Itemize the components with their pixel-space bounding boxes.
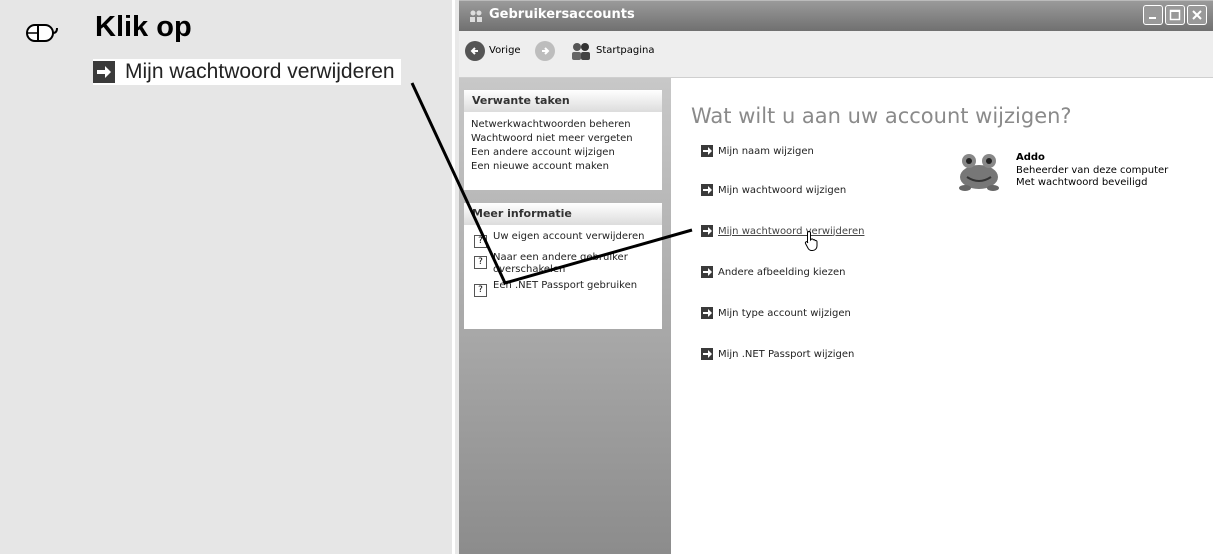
user-role: Beheerder van deze computer [1016, 165, 1169, 176]
info-item-switch-user[interactable]: ? Naar een andere gebruiker overschakele… [471, 252, 662, 276]
help-icon: ? [474, 256, 487, 269]
action-label: Mijn wachtwoord verwijderen [718, 225, 865, 237]
more-info-panel: Meer informatie ? Uw eigen account verwi… [464, 203, 662, 329]
users-home-icon[interactable] [570, 41, 592, 61]
minimize-button[interactable] [1143, 5, 1163, 25]
maximize-icon [1169, 9, 1181, 21]
main-content: Wat wilt u aan uw account wijzigen? Mijn… [671, 78, 1213, 554]
instruction-heading: Klik op [95, 11, 192, 43]
page-title: Wat wilt u aan uw account wijzigen? [691, 104, 1072, 128]
action-change-passport[interactable]: Mijn .NET Passport wijzigen [701, 348, 854, 360]
action-remove-password[interactable]: Mijn wachtwoord verwijderen [701, 225, 864, 237]
arrow-right-icon [701, 348, 713, 360]
close-icon [1192, 10, 1202, 20]
sidebar-item-network-passwords[interactable]: Netwerkwachtwoorden beheren [471, 118, 662, 132]
home-label[interactable]: Startpagina [596, 45, 655, 56]
back-icon[interactable] [465, 41, 485, 61]
related-tasks-panel: Verwante taken Netwerkwachtwoorden beher… [464, 90, 662, 190]
window: Gebruikersaccounts Vorige Startpagina Ve… [459, 0, 1213, 554]
sidebar-item-new-account[interactable]: Een nieuwe account maken [471, 160, 662, 174]
info-item-delete-account[interactable]: ? Uw eigen account verwijderen [471, 231, 662, 248]
action-change-password[interactable]: Mijn wachtwoord wijzigen [701, 184, 846, 196]
action-label: Andere afbeelding kiezen [718, 266, 846, 278]
arrow-right-icon [701, 145, 713, 157]
arrow-right-icon [93, 61, 115, 83]
minimize-icon [1149, 17, 1156, 19]
navigation-bar: Vorige Startpagina [459, 31, 1213, 78]
info-item-label: Een .NET Passport gebruiken [493, 280, 638, 291]
user-status: Met wachtwoord beveiligd [1016, 177, 1148, 188]
action-change-name[interactable]: Mijn naam wijzigen [701, 145, 814, 157]
action-change-account-type[interactable]: Mijn type account wijzigen [701, 307, 851, 319]
close-button[interactable] [1187, 5, 1207, 25]
info-item-label: Uw eigen account verwijderen [493, 231, 645, 242]
instruction-target-label: Mijn wachtwoord verwijderen [125, 60, 395, 83]
action-label: Mijn .NET Passport wijzigen [718, 348, 855, 360]
sidebar-item-forgot-password[interactable]: Wachtwoord niet meer vergeten [471, 132, 662, 146]
instruction-target: Mijn wachtwoord verwijderen [93, 59, 401, 85]
info-item-label: Naar een andere gebruiker overschakelen [493, 252, 628, 275]
forward-icon[interactable] [535, 41, 555, 61]
divider [452, 0, 455, 554]
maximize-button[interactable] [1165, 5, 1185, 25]
help-icon: ? [474, 235, 487, 248]
action-choose-picture[interactable]: Andere afbeelding kiezen [701, 266, 845, 278]
user-name: Addo [1016, 152, 1045, 163]
sidebar: Verwante taken Netwerkwachtwoorden beher… [459, 78, 671, 554]
users-icon [470, 10, 482, 22]
title-bar[interactable]: Gebruikersaccounts [459, 0, 1213, 31]
arrow-right-icon [701, 266, 713, 278]
arrow-right-icon [701, 225, 713, 237]
help-icon: ? [474, 284, 487, 297]
instruction-panel: Klik op Mijn wachtwoord verwijderen [0, 0, 452, 554]
sidebar-item-change-other-account[interactable]: Een andere account wijzigen [471, 146, 662, 160]
window-title: Gebruikersaccounts [489, 7, 635, 22]
back-label[interactable]: Vorige [489, 45, 521, 56]
hand-cursor-icon [804, 230, 818, 251]
frog-avatar [959, 154, 999, 191]
more-info-heading: Meer informatie [464, 203, 662, 225]
action-label: Mijn type account wijzigen [718, 307, 851, 319]
arrow-right-icon [701, 307, 713, 319]
info-item-passport[interactable]: ? Een .NET Passport gebruiken [471, 280, 662, 297]
arrow-right-icon [701, 184, 713, 196]
action-label: Mijn wachtwoord wijzigen [718, 184, 847, 196]
mouse-icon [26, 24, 58, 42]
action-label: Mijn naam wijzigen [718, 145, 814, 157]
related-tasks-heading: Verwante taken [464, 90, 662, 112]
